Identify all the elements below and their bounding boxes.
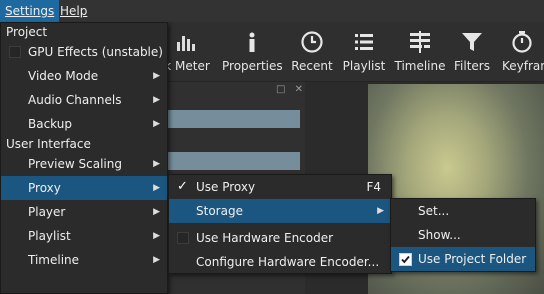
menu-item-storage[interactable]: Storage ▶ <box>169 199 391 223</box>
keyframes-button[interactable]: Keyfram <box>500 22 544 82</box>
panel-row <box>168 152 300 170</box>
filters-label: Filters <box>454 59 490 73</box>
menu-item-configure-hardware-encoder[interactable]: Configure Hardware Encoder... <box>169 250 391 274</box>
submenu-arrow-icon: ▶ <box>153 95 160 105</box>
submenu-arrow-icon: ▶ <box>153 159 160 169</box>
properties-label: Properties <box>222 59 283 73</box>
timeline-label: Timeline <box>394 59 446 73</box>
menu-item-proxy[interactable]: Proxy ▶ <box>1 176 167 200</box>
playlist-button[interactable]: Playlist <box>340 22 388 82</box>
menu-item-use-project-folder[interactable]: Use Project Folder <box>391 247 535 271</box>
submenu-arrow-icon: ▶ <box>153 255 160 265</box>
menu-item-use-proxy[interactable]: ✓ Use Proxy F4 <box>169 175 391 199</box>
close-panel-icon[interactable]: ✕ <box>295 84 303 95</box>
submenu-arrow-icon: ▶ <box>153 207 160 217</box>
recent-button[interactable]: Recent <box>288 22 336 82</box>
peak-meter-icon <box>177 36 195 51</box>
submenu-arrow-icon: ▶ <box>153 71 160 81</box>
menu-bar: Settings Help <box>0 0 544 22</box>
shortcut-label: F4 <box>366 180 381 194</box>
menu-item-audio-channels[interactable]: Audio Channels ▶ <box>1 88 167 112</box>
menu-item-backup[interactable]: Backup ▶ <box>1 112 167 136</box>
submenu-arrow-icon: ▶ <box>153 183 160 193</box>
stopwatch-icon <box>512 31 532 53</box>
menu-item-player[interactable]: Player ▶ <box>1 200 167 224</box>
menu-item-use-hardware-encoder[interactable]: Use Hardware Encoder <box>169 226 391 250</box>
menu-item-playlist[interactable]: Playlist ▶ <box>1 224 167 248</box>
section-user-interface: User Interface <box>6 137 91 151</box>
storage-submenu: Set... Show... Use Project Folder <box>390 198 536 272</box>
keyframes-label: Keyfram <box>502 59 544 73</box>
panel-row <box>168 110 300 128</box>
filter-icon <box>462 33 482 51</box>
menu-item-show[interactable]: Show... <box>391 223 535 247</box>
menu-item-timeline[interactable]: Timeline ▶ <box>1 248 167 272</box>
proxy-submenu: ✓ Use Proxy F4 Storage ▶ Use Hardware En… <box>168 174 392 274</box>
menu-item-gpu-effects[interactable]: GPU Effects (unstable) <box>1 40 167 64</box>
filters-button[interactable]: Filters <box>452 22 492 82</box>
checkmark-icon: ✓ <box>177 179 188 194</box>
section-project: Project <box>6 25 48 39</box>
submenu-arrow-icon: ▶ <box>153 119 160 129</box>
checkbox-checked-icon[interactable] <box>399 253 412 266</box>
panel-controls[interactable]: □ ✕ <box>276 84 303 95</box>
recent-label: Recent <box>291 59 333 73</box>
playlist-label: Playlist <box>342 59 386 73</box>
timeline-icon <box>410 31 430 53</box>
list-icon <box>355 34 373 50</box>
info-icon <box>249 32 255 52</box>
timeline-button[interactable]: Timeline <box>394 22 446 82</box>
submenu-arrow-icon: ▶ <box>153 231 160 241</box>
menu-item-video-mode[interactable]: Video Mode ▶ <box>1 64 167 88</box>
properties-button[interactable]: Properties <box>222 22 283 82</box>
float-panel-icon[interactable]: □ <box>276 84 285 95</box>
settings-menu: Project GPU Effects (unstable) Video Mod… <box>0 22 168 294</box>
submenu-arrow-icon: ▶ <box>377 206 384 216</box>
menu-help[interactable]: Help <box>55 0 92 22</box>
clock-icon <box>301 31 323 53</box>
hardware-encoder-checkbox[interactable] <box>177 232 189 244</box>
menu-item-set[interactable]: Set... <box>391 199 535 223</box>
menu-item-preview-scaling[interactable]: Preview Scaling ▶ <box>1 152 167 176</box>
gpu-effects-checkbox[interactable] <box>9 46 21 58</box>
menu-settings[interactable]: Settings <box>0 0 60 22</box>
